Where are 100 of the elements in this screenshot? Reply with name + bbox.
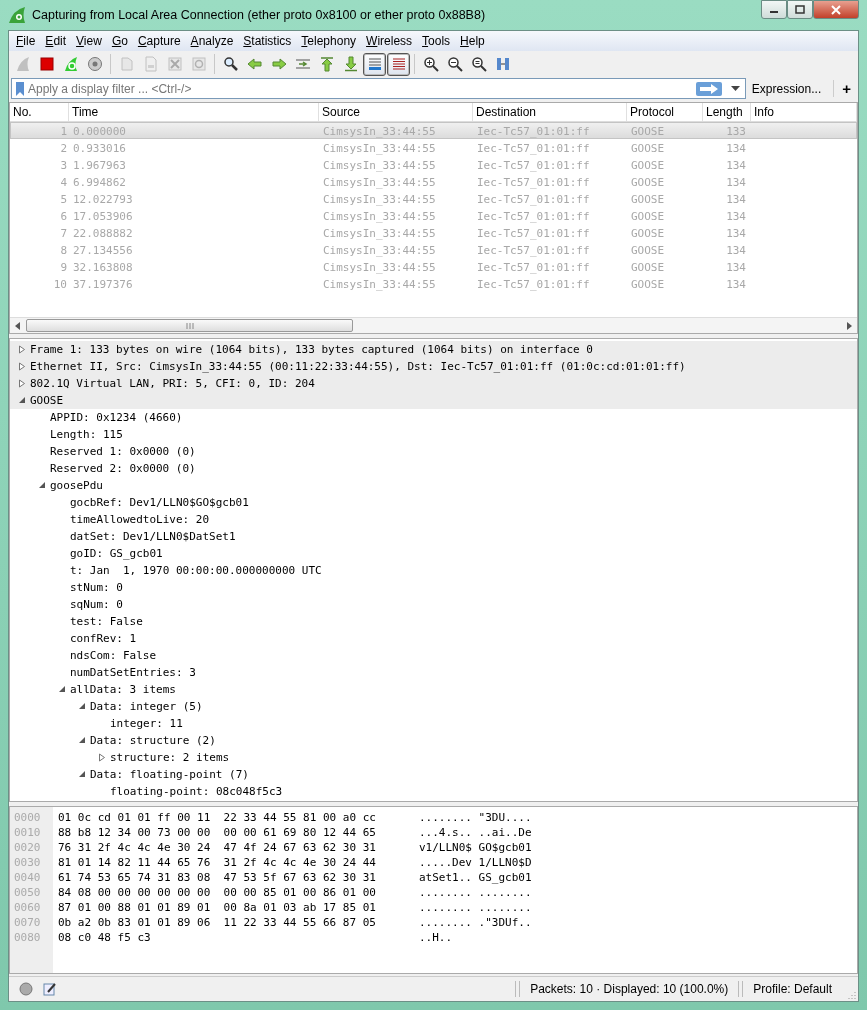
table-cell-text: 134 (725, 141, 747, 157)
menu-item[interactable]: Capture (132, 34, 186, 48)
detail-field[interactable]: Reserved 1: 0x0000 (0) (50, 445, 196, 458)
tree-expander-icon[interactable] (58, 685, 66, 694)
horizontal-scrollbar[interactable] (10, 317, 857, 333)
menu-item[interactable]: Statistics (238, 34, 297, 48)
stop-icon (38, 56, 55, 72)
tree-expander-icon[interactable] (78, 736, 86, 745)
expression-button[interactable]: Expression... (749, 81, 830, 96)
edit-icon[interactable] (43, 982, 57, 996)
scroll-left-icon[interactable] (14, 321, 22, 330)
byte-offset: 0080 (13, 930, 42, 945)
menu-item[interactable]: Telephony (296, 34, 362, 48)
detail-field[interactable]: ndsCom: False (70, 649, 157, 662)
detail-field[interactable]: timeAllowedtoLive: 20 (70, 513, 210, 526)
detail-field[interactable]: t: Jan 1, 1970 00:00:00.000000000 UTC (70, 564, 322, 577)
profile-text[interactable]: Profile: Default (753, 982, 832, 996)
menu-item[interactable]: Analyze (185, 34, 239, 48)
detail-field[interactable]: Data: floating-point (7) (90, 768, 249, 781)
detail-field[interactable]: datSet: Dev1/LLN0$DatSet1 (70, 530, 236, 543)
detail-field[interactable]: GOOSE (30, 394, 64, 407)
menu-item[interactable]: Go (106, 34, 133, 48)
byte-offset: 0070 (13, 915, 42, 930)
scroll-right-icon[interactable] (845, 321, 853, 330)
resize-grip-icon[interactable] (848, 991, 856, 999)
menu-item[interactable]: Tools (417, 34, 456, 48)
right-arrow-icon (270, 56, 287, 72)
packet-count-text: Packets: 10 · Displayed: 10 (100.0%) (530, 982, 729, 996)
table-cell-text: Iec-Tc57_01:01:ff (476, 226, 591, 242)
column-header[interactable]: Time (69, 103, 319, 121)
detail-field[interactable]: stNum: 0 (70, 581, 123, 594)
detail-field[interactable]: numDatSetEntries: 3 (70, 666, 196, 679)
menu-item[interactable]: Help (455, 34, 490, 48)
hex-bytes: 87 01 00 88 01 01 89 01 00 8a 01 03 ab 17 85 01 (58, 900, 377, 915)
detail-field[interactable]: structure: 2 items (110, 751, 230, 764)
tree-expander-icon[interactable] (38, 481, 46, 490)
minimize-button[interactable] (761, 0, 787, 19)
column-header[interactable]: Info (751, 103, 857, 121)
menu-item[interactable]: Wireless (361, 34, 418, 48)
tree-expander-icon[interactable] (18, 379, 26, 388)
filter-input[interactable]: Apply a display filter ... <Ctrl-/> (28, 81, 693, 96)
columns-icon (494, 56, 511, 72)
column-header[interactable]: Source (319, 103, 473, 121)
table-cell-text: 134 (725, 277, 747, 293)
display-filter-field[interactable]: Apply a display filter ... <Ctrl-/> (11, 78, 746, 99)
scrollbar-thumb[interactable] (26, 319, 353, 332)
table-cell-text: CimsysIn_33:44:55 (322, 141, 437, 157)
ascii-bytes: ........ "3DU.... (419, 810, 532, 825)
detail-field[interactable]: goID: GS_gcb01 (70, 547, 163, 560)
toolbar-button[interactable] (387, 52, 410, 76)
add-filter-button[interactable]: + (833, 80, 857, 97)
ascii-bytes: atSet1.. GS_gcb01 (419, 870, 532, 885)
detail-field[interactable]: sqNum: 0 (70, 598, 123, 611)
detail-field[interactable]: floating-point: 08c048f5c3 (110, 785, 283, 798)
status-circle-icon[interactable] (19, 982, 33, 996)
ascii-bytes: ........ ........ (419, 900, 532, 915)
menu-item[interactable]: Edit (40, 34, 72, 48)
tree-expander-icon[interactable] (78, 702, 86, 711)
tree-expander-icon[interactable] (18, 362, 26, 371)
table-cell-text: Iec-Tc57_01:01:ff (476, 141, 591, 157)
menu-item[interactable]: File (11, 34, 41, 48)
table-cell-text: GOOSE (630, 124, 666, 140)
menu-item[interactable]: View (71, 34, 107, 48)
table-cell-text: Iec-Tc57_01:01:ff (476, 158, 591, 174)
table-cell-text: 10 (52, 277, 68, 293)
table-cell-text: 17.053906 (72, 209, 134, 225)
table-cell-text: 8 (59, 243, 68, 259)
hex-bytes: 61 74 53 65 74 31 83 08 47 53 5f 67 63 62 30 31 (58, 870, 377, 885)
column-header[interactable]: No. (10, 103, 69, 121)
close-button[interactable] (813, 0, 859, 19)
detail-field[interactable]: gocbRef: Dev1/LLN0$GO$gcb01 (70, 496, 249, 509)
tree-expander-icon[interactable] (78, 770, 86, 779)
detail-field[interactable]: Length: 115 (50, 428, 123, 441)
dropdown-caret-icon[interactable] (730, 85, 740, 92)
column-header[interactable]: Destination (473, 103, 627, 121)
toolbar-button[interactable] (363, 52, 386, 76)
detail-field[interactable]: Data: integer (5) (90, 700, 203, 713)
apply-filter-button[interactable] (695, 81, 722, 96)
maximize-icon (795, 5, 805, 14)
detail-field[interactable]: Reserved 2: 0x0000 (0) (50, 462, 196, 475)
detail-field[interactable]: integer: 11 (110, 717, 183, 730)
tree-expander-icon[interactable] (18, 345, 26, 354)
maximize-button[interactable] (787, 0, 813, 19)
tree-expander-icon[interactable] (18, 396, 26, 405)
column-header[interactable]: Length (703, 103, 751, 121)
table-cell-text: 134 (725, 192, 747, 208)
detail-field[interactable]: APPID: 0x1234 (4660) (50, 411, 183, 424)
lines-icon (390, 56, 407, 72)
table-cell-text: 133 (725, 124, 747, 140)
tree-expander-icon[interactable] (98, 753, 106, 762)
byte-offset: 0010 (13, 825, 42, 840)
detail-field[interactable]: test: False (70, 615, 143, 628)
ascii-bytes: ........ ........ (419, 885, 532, 900)
column-header[interactable]: Protocol (627, 103, 703, 121)
detail-field[interactable]: Data: structure (2) (90, 734, 216, 747)
detail-field[interactable]: allData: 3 items (70, 683, 176, 696)
detail-field[interactable]: goosePdu (50, 479, 103, 492)
table-cell-text: 2 (59, 141, 68, 157)
table-cell-text: CimsysIn_33:44:55 (322, 158, 437, 174)
detail-field[interactable]: confRev: 1 (70, 632, 137, 645)
